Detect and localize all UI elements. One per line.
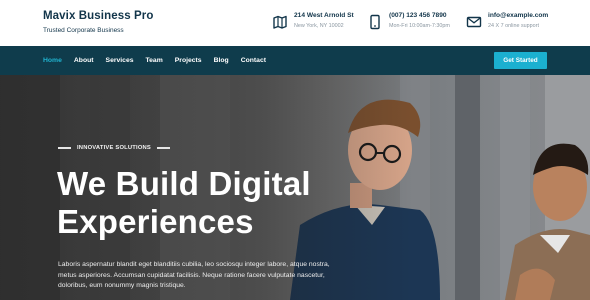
hero-headline: We Build Digital Experiences: [57, 165, 311, 241]
hero-eyebrow: INNOVATIVE SOLUTIONS: [58, 145, 170, 151]
email-info: info@example.com 24 X 7 online support: [466, 12, 548, 30]
hero-paragraph: Laboris aspernatur blandit eget blanditi…: [58, 260, 388, 292]
eyebrow-dash-left: [58, 147, 71, 149]
phone-hours: Mon-Fri 10:00am-7:30pm: [389, 23, 450, 29]
brand-tagline: Trusted Corporate Business: [43, 27, 124, 34]
hero-paragraph-line3: doloribus, eum nonummy magnis tristique.: [58, 282, 186, 290]
hero-headline-line1: We Build Digital: [57, 165, 311, 202]
nav-item-contact[interactable]: Contact: [241, 57, 266, 64]
email-support: 24 X 7 online support: [488, 23, 539, 29]
hero-headline-line2: Experiences: [57, 203, 254, 240]
hero-paragraph-line2: metus asperiores. Accumsan cupidatat fac…: [58, 271, 325, 279]
brand-name[interactable]: Mavix Business Pro: [43, 10, 153, 22]
nav-item-team[interactable]: Team: [146, 57, 163, 64]
top-header: Mavix Business Pro Trusted Corporate Bus…: [0, 0, 590, 46]
address-info: 214 West Arnold St New York, NY 10002: [272, 12, 354, 30]
nav-item-about[interactable]: About: [74, 57, 94, 64]
phone-number[interactable]: (007) 123 456 7890: [389, 12, 450, 19]
nav-item-blog[interactable]: Blog: [214, 57, 229, 64]
email-address[interactable]: info@example.com: [488, 12, 548, 19]
mail-icon: [466, 16, 482, 28]
address-line1: 214 West Arnold St: [294, 12, 354, 19]
phone-icon: [370, 14, 380, 30]
main-nav: Home About Services Team Projects Blog C…: [43, 46, 278, 75]
address-line2: New York, NY 10002: [294, 23, 344, 29]
eyebrow-text: INNOVATIVE SOLUTIONS: [77, 145, 151, 151]
nav-item-projects[interactable]: Projects: [175, 57, 202, 64]
get-started-button[interactable]: Get Started: [494, 52, 547, 69]
hero-paragraph-line1: Laboris aspernatur blandit eget blanditi…: [58, 261, 330, 268]
brand[interactable]: Mavix Business Pro Trusted Corporate Bus…: [43, 10, 153, 34]
eyebrow-dash-right: [157, 147, 170, 149]
hero-section: INNOVATIVE SOLUTIONS We Build Digital Ex…: [0, 75, 590, 300]
nav-item-home[interactable]: Home: [43, 57, 62, 64]
map-icon: [273, 15, 287, 29]
nav-item-services[interactable]: Services: [106, 57, 134, 64]
phone-info: (007) 123 456 7890 Mon-Fri 10:00am-7:30p…: [367, 12, 450, 30]
